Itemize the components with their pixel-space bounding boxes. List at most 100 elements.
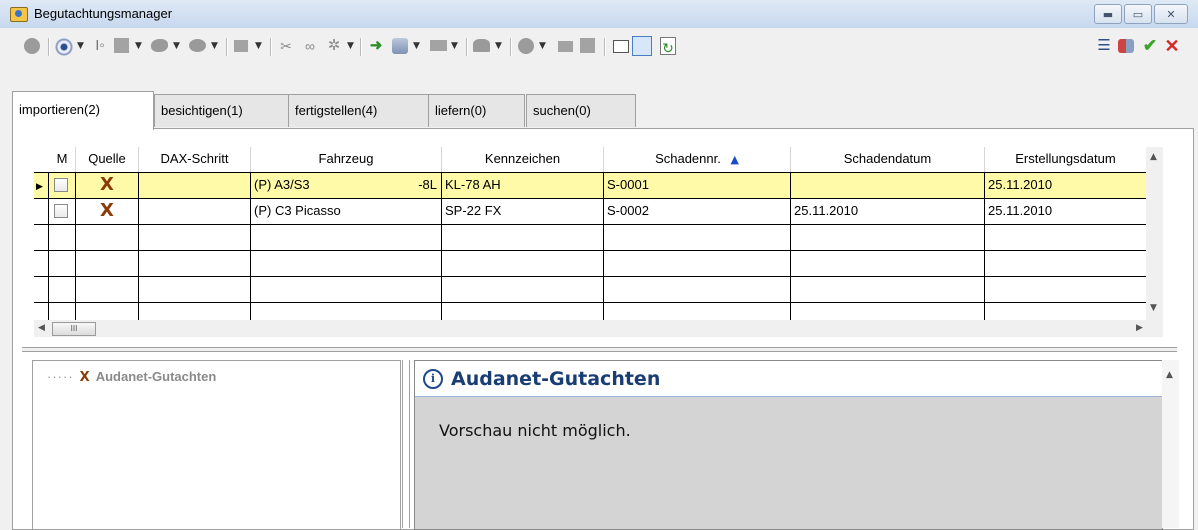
dax-cell [139, 173, 251, 198]
col-header-schadennr[interactable]: Schadennr. ▲ [604, 147, 791, 172]
row-indicator-cell [34, 199, 49, 224]
scroll-right-icon[interactable]: ▶ [1136, 323, 1143, 333]
list-view-icon[interactable] [610, 36, 632, 56]
created-date-cell: 25.11.2010 [988, 203, 1053, 218]
x-source-icon: X [100, 200, 114, 221]
dax-cell [139, 199, 251, 224]
grid-horizontal-scrollbar[interactable]: ◀ III ▶ [34, 320, 1163, 337]
export-icon[interactable]: ▼ [428, 36, 461, 56]
checkbox[interactable] [54, 204, 68, 218]
database-user-icon[interactable]: ▼ [390, 36, 423, 56]
tree-item-label: Audanet-Gutachten [95, 369, 217, 384]
x-source-icon: X [100, 174, 114, 195]
preview-pane: i Audanet-Gutachten Vorschau nicht mögli… [414, 360, 1163, 530]
preview-header: i Audanet-Gutachten [415, 361, 1162, 397]
list-details-icon[interactable]: ☰ [1094, 36, 1114, 56]
table-row[interactable]: ▶ X (P) A3/S3 -8L KL-78 AH S-0001 25.11.… [34, 173, 1146, 199]
scroll-down-icon[interactable]: ▼ [1150, 303, 1157, 313]
checkbox-cell[interactable] [49, 199, 76, 224]
damage-date-cell [791, 173, 985, 198]
preview-message: Vorschau nicht möglich. [439, 421, 631, 440]
maximize-button[interactable]: ▭ [1124, 4, 1152, 24]
sort-ascending-icon: ▲ [730, 153, 739, 166]
vertical-splitter[interactable] [402, 360, 410, 528]
car-icon[interactable]: ▼ [472, 36, 505, 56]
close-button[interactable]: ✕ [1154, 4, 1188, 24]
col-header-fahrzeug[interactable]: Fahrzeug [251, 147, 442, 172]
checkbox[interactable] [54, 178, 68, 192]
check-icon[interactable]: ✔ [1140, 36, 1160, 56]
col-header-quelle[interactable]: Quelle [76, 147, 139, 172]
info-icon: i [423, 369, 443, 389]
tree-connector: ····· [47, 369, 74, 384]
title-bar: Begutachtungsmanager ▬ ▭ ✕ [0, 0, 1198, 28]
empty-row [34, 303, 1146, 320]
view-eye-icon[interactable]: ▼ [54, 36, 87, 56]
main-toolbar: ▼ I◦ ▼ ▼ ▼ ▼ ✂ ∞ ✲ ▼ ➜ ▼ ▼ ▼ ▼ ↻ ☰ ✔ ✕ [0, 28, 1198, 64]
claim-number-cell: S-0002 [604, 199, 791, 224]
claims-grid: M Quelle DAX-Schritt Fahrzeug Kennzeiche… [34, 147, 1146, 320]
mail-icon[interactable] [556, 36, 576, 56]
tab-importieren[interactable]: importieren(2) [12, 91, 154, 130]
checkbox-cell[interactable] [49, 173, 76, 198]
tab-besichtigen[interactable]: besichtigen(1) [154, 94, 298, 127]
grid-vertical-scrollbar[interactable]: ▲ ▼ [1146, 147, 1163, 320]
scroll-left-icon[interactable]: ◀ [38, 323, 45, 333]
cancel-icon[interactable]: ✕ [1162, 36, 1182, 56]
row-indicator-header [34, 147, 49, 172]
window-controls: ▬ ▭ ✕ [1094, 4, 1188, 24]
x-source-icon: X [79, 370, 90, 385]
app-window: Begutachtungsmanager ▬ ▭ ✕ ▼ I◦ ▼ ▼ ▼ ▼ … [0, 0, 1198, 530]
camera-icon[interactable]: ▼ [188, 36, 221, 56]
puzzle-icon[interactable]: ✲ ▼ [324, 36, 357, 56]
grid-header: M Quelle DAX-Schritt Fahrzeug Kennzeiche… [34, 147, 1146, 173]
horizontal-splitter[interactable] [22, 347, 1177, 352]
empty-row [34, 225, 1146, 251]
created-date-cell: 25.11.2010 [988, 177, 1053, 192]
text-cursor-icon[interactable]: I◦ [90, 36, 110, 56]
col-header-erstellungsdatum[interactable]: Erstellungsdatum [985, 147, 1146, 172]
preview-title: Audanet-Gutachten [451, 368, 661, 390]
scroll-up-icon[interactable]: ▲ [1166, 370, 1173, 380]
source-cell: X [76, 199, 139, 224]
tree-item-audanet[interactable]: ····· X Audanet-Gutachten [47, 369, 216, 385]
scroll-thumb[interactable]: III [52, 322, 96, 336]
refresh-icon[interactable]: ↻ [658, 36, 678, 56]
import-green-icon[interactable]: ➜ [366, 36, 386, 56]
col-header-dax-schritt[interactable]: DAX-Schritt [139, 147, 251, 172]
empty-row [34, 251, 1146, 277]
vehicle-suffix: -8L [418, 177, 437, 192]
vehicle-cell: (P) A3/S3 -8L [251, 173, 442, 198]
doc-folder-icon[interactable] [578, 36, 598, 56]
vehicle-cell: (P) C3 Picasso [251, 199, 442, 224]
vehicle-name: (P) C3 Picasso [254, 203, 341, 218]
tab-suchen[interactable]: suchen(0) [526, 94, 636, 127]
preview-scrollbar[interactable]: ▲ [1162, 360, 1179, 528]
table-row[interactable]: X (P) C3 Picasso SP-22 FX S-0002 25.11.2… [34, 199, 1146, 225]
record-icon[interactable] [22, 36, 42, 56]
plate-cell: SP-22 FX [442, 199, 604, 224]
user-settings-icon[interactable] [1116, 36, 1136, 56]
col-header-schadennr-label: Schadennr. [655, 151, 721, 166]
binoculars-icon[interactable]: ∞ [300, 36, 320, 56]
empty-row [34, 277, 1146, 303]
stamp-icon[interactable]: ▼ [150, 36, 183, 56]
import-arrow-icon[interactable]: ▼ [232, 36, 265, 56]
claim-number-cell: S-0001 [604, 173, 791, 198]
gear-icon[interactable]: ▼ [516, 36, 549, 56]
col-header-kennzeichen[interactable]: Kennzeichen [442, 147, 604, 172]
vehicle-name: (P) A3/S3 [254, 177, 310, 192]
tab-liefern[interactable]: liefern(0) [428, 94, 525, 127]
document-icon[interactable]: ▼ [112, 36, 145, 56]
wrench-icon[interactable]: ✂ [276, 36, 296, 56]
app-icon [10, 7, 28, 22]
col-header-schadendatum[interactable]: Schadendatum [791, 147, 985, 172]
col-header-m[interactable]: M [49, 147, 76, 172]
damage-date-cell: 25.11.2010 [791, 199, 985, 224]
minimize-button[interactable]: ▬ [1094, 4, 1122, 24]
split-view-icon[interactable] [632, 36, 652, 56]
scroll-up-icon[interactable]: ▲ [1150, 152, 1157, 162]
tab-fertigstellen[interactable]: fertigstellen(4) [288, 94, 429, 127]
source-cell: X [76, 173, 139, 198]
source-tree: ····· X Audanet-Gutachten [32, 360, 401, 530]
